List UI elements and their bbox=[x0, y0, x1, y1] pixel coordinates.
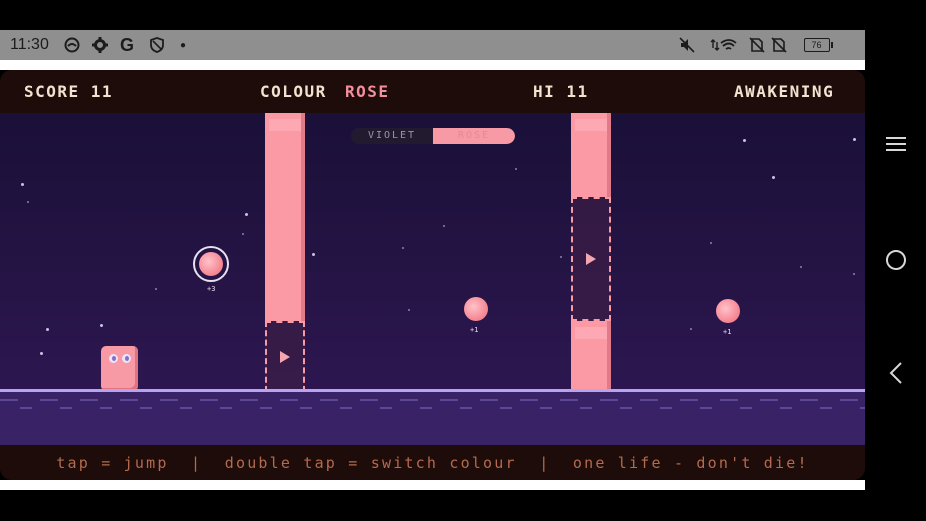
status-bar: 11:30 G ● 76 bbox=[0, 30, 865, 60]
orb-label: +3 bbox=[207, 285, 216, 293]
no-sim-icon bbox=[748, 36, 766, 54]
ground bbox=[0, 389, 865, 445]
arrow-right-icon bbox=[280, 350, 290, 363]
wifi-icon bbox=[708, 36, 738, 54]
battery-icon: 76 bbox=[803, 36, 833, 54]
back-icon[interactable] bbox=[879, 356, 913, 390]
score-label: SCORE 11 bbox=[24, 82, 114, 101]
pillar-top bbox=[265, 113, 305, 321]
star bbox=[100, 324, 103, 327]
star bbox=[408, 309, 410, 311]
circle-icon bbox=[63, 36, 81, 54]
eye bbox=[109, 354, 118, 363]
star bbox=[515, 168, 517, 170]
star bbox=[853, 138, 856, 141]
bottom-black-band bbox=[0, 490, 926, 521]
star bbox=[743, 139, 746, 142]
menu-icon[interactable] bbox=[879, 127, 913, 161]
colour-toggle[interactable]: VIOLET ROSE bbox=[351, 128, 515, 144]
mute-icon bbox=[678, 36, 696, 54]
colour-value: ROSE bbox=[345, 82, 390, 101]
frame-top bbox=[0, 60, 865, 70]
stage-label: AWAKENING bbox=[734, 82, 835, 101]
battery-level: 76 bbox=[803, 38, 830, 52]
orb bbox=[464, 297, 488, 321]
star bbox=[560, 256, 562, 258]
star bbox=[772, 176, 775, 179]
pillar-top bbox=[571, 113, 611, 197]
dot-icon: ● bbox=[179, 39, 187, 51]
clock: 11:30 bbox=[10, 36, 49, 53]
game-canvas[interactable]: SCORE 11 COLOUR ROSE HI 11 AWAKENING VIO… bbox=[0, 70, 865, 480]
navigation-bar bbox=[865, 0, 926, 521]
orb-bonus bbox=[199, 252, 223, 276]
toggle-rose[interactable]: ROSE bbox=[433, 128, 515, 144]
eye bbox=[122, 354, 131, 363]
hud: SCORE 11 COLOUR ROSE HI 11 AWAKENING bbox=[0, 70, 865, 113]
hi-score-label: HI 11 bbox=[533, 82, 589, 101]
star bbox=[155, 288, 157, 290]
star bbox=[853, 273, 855, 275]
star bbox=[690, 328, 692, 330]
pillar-cap bbox=[575, 327, 607, 339]
orb-label: +1 bbox=[470, 326, 479, 334]
star bbox=[800, 266, 802, 268]
star bbox=[46, 328, 49, 331]
top-black-band bbox=[0, 0, 865, 30]
shield-icon bbox=[148, 36, 166, 54]
orb-label: +1 bbox=[723, 328, 732, 336]
colour-gate bbox=[265, 321, 305, 392]
controls-hint-bar: tap = jump | double tap = switch colour … bbox=[0, 445, 865, 480]
star bbox=[443, 225, 445, 227]
gear-icon bbox=[91, 36, 109, 54]
orb bbox=[716, 299, 740, 323]
star bbox=[402, 247, 404, 249]
player-character bbox=[101, 346, 138, 391]
star bbox=[40, 352, 43, 355]
pillar-bottom bbox=[571, 321, 611, 393]
star bbox=[312, 253, 315, 256]
pillar-cap bbox=[575, 119, 607, 131]
toggle-violet[interactable]: VIOLET bbox=[351, 128, 433, 144]
star bbox=[27, 201, 29, 203]
controls-hint: tap = jump | double tap = switch colour … bbox=[56, 454, 809, 472]
no-sim-icon-2 bbox=[770, 36, 788, 54]
home-icon[interactable] bbox=[879, 243, 913, 277]
star bbox=[21, 183, 24, 186]
colour-label: COLOUR bbox=[260, 82, 327, 101]
colour-gate bbox=[571, 197, 611, 321]
arrow-right-icon bbox=[586, 253, 596, 265]
frame-bottom bbox=[0, 480, 865, 490]
pillar-cap bbox=[269, 119, 301, 131]
star bbox=[245, 213, 248, 216]
star bbox=[242, 233, 244, 235]
google-icon: G bbox=[119, 34, 134, 55]
star bbox=[710, 242, 712, 244]
